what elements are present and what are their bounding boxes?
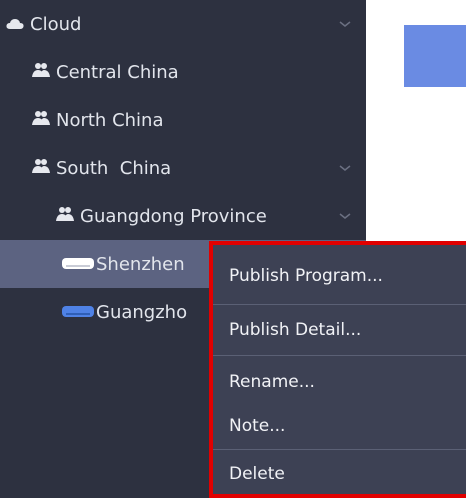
context-menu: Publish Program... Publish Detail... Ren…	[209, 241, 466, 498]
menu-divider	[213, 304, 466, 305]
device-icon-white	[62, 254, 94, 275]
tree-node-label: Cloud	[30, 13, 82, 35]
chevron-down-icon[interactable]	[338, 163, 352, 173]
device-icon-blue	[62, 302, 94, 323]
group-icon	[56, 206, 74, 227]
group-icon	[32, 62, 50, 83]
tree-node-south-china[interactable]: South China	[0, 144, 366, 192]
chevron-down-icon[interactable]	[338, 19, 352, 29]
menu-item-delete[interactable]: Delete	[213, 450, 466, 498]
tree-node-label: Central China	[56, 61, 179, 83]
tree-node-label: Shenzhen	[96, 253, 185, 275]
tree-node-cloud[interactable]: Cloud	[0, 0, 366, 48]
header-accent-bar	[404, 25, 466, 87]
group-icon	[32, 110, 50, 131]
tree-node-label: Guangdong Province	[80, 205, 267, 227]
menu-item-publish-program[interactable]: Publish Program...	[213, 252, 466, 300]
tree-node-label: South China	[56, 157, 172, 179]
cloud-icon	[6, 14, 24, 35]
menu-item-note[interactable]: Note...	[213, 402, 466, 450]
group-icon	[32, 158, 50, 179]
menu-item-rename[interactable]: Rename...	[213, 358, 466, 406]
tree-node-central-china[interactable]: Central China	[0, 48, 366, 96]
menu-item-publish-detail[interactable]: Publish Detail...	[213, 306, 466, 354]
tree-node-north-china[interactable]: North China	[0, 96, 366, 144]
tree-node-label: Guangzho	[96, 301, 188, 323]
menu-divider	[213, 355, 466, 356]
chevron-down-icon[interactable]	[338, 211, 352, 221]
tree-node-guangdong-province[interactable]: Guangdong Province	[0, 192, 366, 240]
tree-node-label: North China	[56, 109, 164, 131]
